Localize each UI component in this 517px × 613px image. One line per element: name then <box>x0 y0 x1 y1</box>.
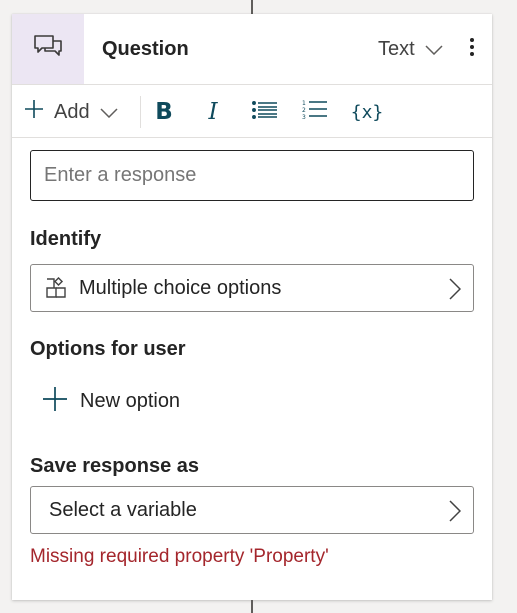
svg-text:1: 1 <box>302 100 306 107</box>
options-label: Options for user <box>30 338 186 360</box>
response-type-value: Text <box>378 37 415 60</box>
entity-shapes-icon <box>45 277 67 299</box>
numbered-list-button[interactable]: 1 2 3 <box>302 98 328 126</box>
rich-text-toolbar: Add B I 1 2 3 {x} <box>12 86 492 138</box>
flow-connector-bottom <box>251 600 253 613</box>
question-node-card: Question Text Add B I 1 2 3 {x} Enter a … <box>12 14 492 600</box>
node-header: Question Text <box>12 14 492 85</box>
node-title: Question <box>102 37 189 60</box>
variable-selector[interactable]: Select a variable <box>30 486 474 534</box>
insert-variable-button[interactable]: {x} <box>351 98 384 126</box>
bulleted-list-icon <box>252 100 278 125</box>
chat-bubbles-icon <box>33 34 63 65</box>
save-response-label: Save response as <box>30 455 199 477</box>
chevron-right-icon <box>449 278 462 305</box>
response-input[interactable] <box>30 150 474 201</box>
new-option-label: New option <box>80 389 181 412</box>
more-options-button[interactable] <box>464 36 480 62</box>
node-type-badge <box>12 14 84 84</box>
svg-text:2: 2 <box>302 107 306 114</box>
validation-error: Missing required property 'Property' <box>30 546 329 567</box>
bold-button[interactable]: B <box>152 98 176 126</box>
identify-label: Identify <box>30 228 102 250</box>
chevron-down-icon <box>100 101 118 124</box>
flow-connector-top <box>251 0 253 14</box>
toolbar-divider <box>140 96 141 128</box>
plus-icon <box>42 386 68 417</box>
add-label: Add <box>54 100 90 123</box>
chevron-right-icon <box>449 500 462 527</box>
bulleted-list-button[interactable] <box>252 98 278 126</box>
add-menu-button[interactable]: Add <box>24 99 118 125</box>
identify-value: Multiple choice options <box>79 276 282 299</box>
variable-value: Select a variable <box>49 498 197 521</box>
more-vertical-icon <box>469 37 475 62</box>
chevron-down-icon <box>425 38 443 61</box>
new-option-button[interactable]: New option <box>42 386 180 416</box>
response-type-dropdown[interactable]: Text <box>378 36 443 62</box>
italic-button[interactable]: I <box>201 98 225 126</box>
plus-icon <box>24 99 44 125</box>
identify-selector[interactable]: Multiple choice options <box>30 264 474 312</box>
numbered-list-icon: 1 2 3 <box>302 99 328 126</box>
svg-text:3: 3 <box>302 114 306 121</box>
